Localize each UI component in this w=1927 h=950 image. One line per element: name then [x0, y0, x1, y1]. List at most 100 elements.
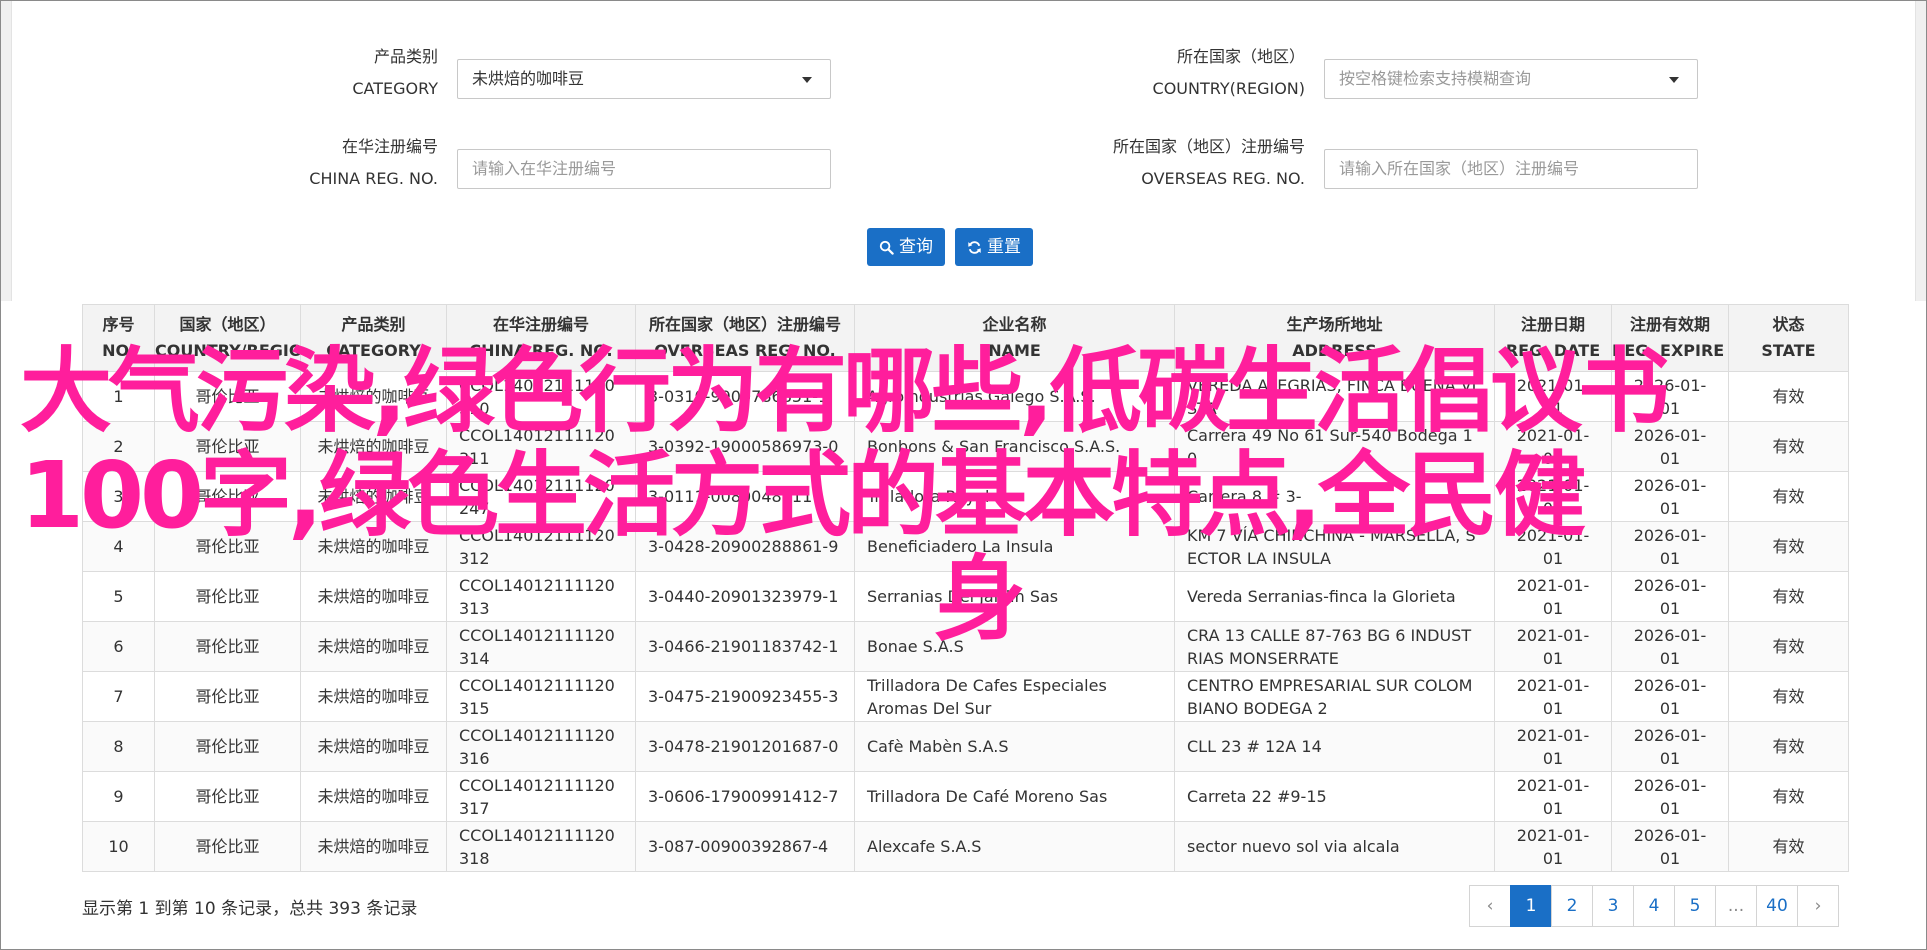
cell-state: 有效: [1728, 421, 1849, 472]
china-reg-placeholder: 请输入在华注册编号: [472, 159, 617, 178]
cell-name: Trilladora Royal: [854, 471, 1175, 522]
refresh-icon: [968, 240, 981, 254]
cell-category: 未烘焙的咖啡豆: [300, 671, 447, 722]
column-header-category[interactable]: 产品类别 CATEGORY: [300, 304, 447, 372]
table-row[interactable]: 9 哥伦比亚 未烘焙的咖啡豆 CCOL14012111120317 3-0606-179…: [82, 771, 1849, 822]
category-label: 产品类别 CATEGORY: [301, 41, 438, 105]
cell-country: 哥伦比亚: [154, 371, 301, 422]
table-row[interactable]: 10 哥伦比亚 未烘焙的咖啡豆 CCOL14012111120318 3-087-009…: [82, 821, 1849, 872]
cell-china-reg: CCOL14012111120315: [446, 671, 636, 722]
cell-reg-date: 2021-01-01: [1494, 621, 1612, 672]
column-header-expire[interactable]: 注册有效期 REG. EXPIRE ...: [1611, 304, 1729, 372]
overseas-reg-label-cn: 所在国家（地区）注册编号: [1112, 137, 1305, 156]
prev-page-button[interactable]: ‹: [1469, 885, 1511, 927]
cell-state: 有效: [1728, 671, 1849, 722]
cell-country: 哥伦比亚: [154, 621, 301, 672]
category-selected-value: 未烘焙的咖啡豆: [472, 69, 585, 88]
cell-state: 有效: [1728, 471, 1849, 522]
column-header-state[interactable]: 状态 STATE: [1728, 304, 1849, 372]
column-header-china-reg[interactable]: 在华注册编号 CHINA REG. NO.: [446, 304, 636, 372]
cell-name: Alexcafe S.A.S: [854, 821, 1175, 872]
cell-no: 3: [82, 471, 155, 522]
cell-no: 8: [82, 721, 155, 772]
cell-china-reg: CCOL14012111120311: [446, 421, 636, 472]
country-label: 所在国家（地区） COUNTRY(REGION): [1001, 41, 1305, 105]
table-header-row: 序号 NO. 国家（地区） COUNTRY/REGIO 产品类别 CATEGORY 在…: [82, 304, 1849, 372]
cell-address: CENTRO EMPRESARIAL SUR COLOMBIANO BODEGA…: [1174, 671, 1495, 722]
country-select[interactable]: 按空格键检索支持模糊查询: [1324, 59, 1698, 99]
right-scrollbar[interactable]: [1915, 1, 1926, 301]
column-header-cn: 国家（地区）: [179, 315, 276, 334]
cell-no: 1: [82, 371, 155, 422]
column-header-cn: 所在国家（地区）注册编号: [648, 315, 841, 334]
cell-no: 10: [82, 821, 155, 872]
next-page-button[interactable]: ›: [1797, 885, 1839, 927]
overseas-reg-label-en: OVERSEAS REG. NO.: [1141, 169, 1305, 188]
cell-country: 哥伦比亚: [154, 421, 301, 472]
table-row[interactable]: 6 哥伦比亚 未烘焙的咖啡豆 CCOL14012111120314 3-0466-219…: [82, 621, 1849, 672]
cell-name: Beneficiadero La Insula: [854, 521, 1175, 572]
column-header-en: COUNTRY/REGIO: [155, 341, 300, 360]
category-label-en: CATEGORY: [352, 79, 438, 98]
cell-country: 哥伦比亚: [154, 821, 301, 872]
category-select[interactable]: 未烘焙的咖啡豆: [457, 59, 831, 99]
column-header-en: OVERSEAS REG. NO.: [654, 341, 836, 360]
column-header-no[interactable]: 序号 NO.: [82, 304, 155, 372]
page-button-2[interactable]: 2: [1551, 885, 1593, 927]
page-button-1[interactable]: 1: [1510, 885, 1552, 927]
cell-expire: 2026-01-01: [1611, 821, 1729, 872]
column-header-en: REG. DATE: [1505, 341, 1601, 360]
cell-name: Trilladora De Café Moreno Sas: [854, 771, 1175, 822]
cell-reg-date: 2021-01-01: [1494, 771, 1612, 822]
column-header-cn: 企业名称: [982, 315, 1047, 334]
table-row[interactable]: 5 哥伦比亚 未烘焙的咖啡豆 CCOL14012111120313 3-0440-209…: [82, 571, 1849, 622]
cell-address: VEREDA ALEGRIAS, FINCA BUENA VISTA: [1174, 371, 1495, 422]
chevron-down-icon: [1669, 77, 1679, 83]
page-button-40[interactable]: 40: [1756, 885, 1798, 927]
cell-address: CRA 13 CALLE 87-763 BG 6 INDUSTRIAS MONS…: [1174, 621, 1495, 672]
table-row[interactable]: 1 哥伦比亚 未烘焙的咖啡豆 CCOL14012111120310 3-0310-990…: [82, 371, 1849, 422]
cell-state: 有效: [1728, 621, 1849, 672]
cell-country: 哥伦比亚: [154, 721, 301, 772]
china-reg-input[interactable]: 请输入在华注册编号: [457, 149, 831, 189]
cell-category: 未烘焙的咖啡豆: [300, 371, 447, 422]
cell-reg-date: 2021-01-01: [1494, 471, 1612, 522]
cell-address: CLL 23 # 12A 14: [1174, 721, 1495, 772]
cell-category: 未烘焙的咖啡豆: [300, 571, 447, 622]
page-button-3[interactable]: 3: [1592, 885, 1634, 927]
column-header-overseas-reg[interactable]: 所在国家（地区）注册编号 OVERSEAS REG. NO.: [635, 304, 855, 372]
cell-expire: 2026-01-01: [1611, 721, 1729, 772]
table-row[interactable]: 7 哥伦比亚 未烘焙的咖啡豆 CCOL14012111120315 3-0475-219…: [82, 671, 1849, 722]
table-row[interactable]: 3 哥伦比亚 未烘焙的咖啡豆 CCOL14012111120247 3-0111-008…: [82, 471, 1849, 522]
page-button-5[interactable]: 5: [1674, 885, 1716, 927]
column-header-en: REG. EXPIRE ...: [1612, 341, 1728, 360]
table-row[interactable]: 4 哥伦比亚 未烘焙的咖啡豆 CCOL14012111120312 3-0428-209…: [82, 521, 1849, 572]
column-header-address[interactable]: 生产场所地址 ADDRESS: [1174, 304, 1495, 372]
column-header-en: CHINA REG. NO.: [469, 341, 613, 360]
cell-address: sector nuevo sol via alcala: [1174, 821, 1495, 872]
cell-address: Carrera 49 No 61 Sur-540 Bodega 10: [1174, 421, 1495, 472]
cell-overseas-reg: 3-0606-17900991412-7: [635, 771, 855, 822]
column-header-name[interactable]: 企业名称 NAME: [854, 304, 1175, 372]
cell-category: 未烘焙的咖啡豆: [300, 471, 447, 522]
reset-button[interactable]: 重置: [955, 228, 1033, 266]
cell-china-reg: CCOL14012111120316: [446, 721, 636, 772]
country-label-en: COUNTRY(REGION): [1152, 79, 1305, 98]
cell-china-reg: CCOL14012111120313: [446, 571, 636, 622]
table-row[interactable]: 8 哥伦比亚 未烘焙的咖啡豆 CCOL14012111120316 3-0478-219…: [82, 721, 1849, 772]
page-button-4[interactable]: 4: [1633, 885, 1675, 927]
cell-category: 未烘焙的咖啡豆: [300, 421, 447, 472]
search-button[interactable]: 查询: [867, 228, 945, 266]
cell-reg-date: 2021-01-01: [1494, 371, 1612, 422]
overseas-reg-placeholder: 请输入所在国家（地区）注册编号: [1339, 159, 1580, 178]
column-header-reg-date[interactable]: 注册日期 REG. DATE: [1494, 304, 1612, 372]
left-scrollbar[interactable]: [1, 1, 12, 301]
cell-china-reg: CCOL14012111120312: [446, 521, 636, 572]
cell-china-reg: CCOL14012111120247: [446, 471, 636, 522]
overseas-reg-input[interactable]: 请输入所在国家（地区）注册编号: [1324, 149, 1698, 189]
column-header-country[interactable]: 国家（地区） COUNTRY/REGIO: [154, 304, 301, 372]
cell-china-reg: CCOL14012111120317: [446, 771, 636, 822]
cell-reg-date: 2021-01-01: [1494, 721, 1612, 772]
table-row[interactable]: 2 哥伦比亚 未烘焙的咖啡豆 CCOL14012111120311 3-0392-190…: [82, 421, 1849, 472]
cell-overseas-reg: 3-0475-21900923455-3: [635, 671, 855, 722]
